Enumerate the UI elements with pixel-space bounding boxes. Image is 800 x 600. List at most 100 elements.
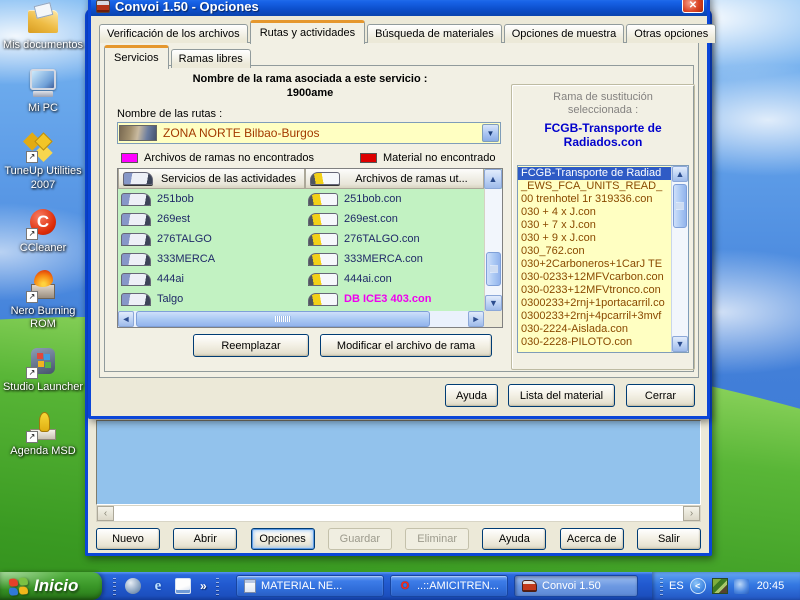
dialog-tab[interactable]: Opciones de muestra xyxy=(504,24,625,43)
task-button-material[interactable]: MATERIAL NE... xyxy=(236,575,384,597)
task-button-convoi[interactable]: Convoi 1.50 xyxy=(514,575,638,597)
desktop-icon-label: Agenda MSD xyxy=(10,445,75,458)
service-row[interactable]: 269est 269est.con xyxy=(118,209,484,229)
desktop-icon[interactable]: TuneUp Utilities 2007 xyxy=(1,130,85,191)
main-window-button[interactable]: Ayuda xyxy=(482,528,546,550)
desktop-icon[interactable]: CCleaner xyxy=(1,207,85,255)
train-icon xyxy=(121,253,151,266)
tray-chevron-icon[interactable]: < xyxy=(690,578,706,594)
task-button-amicitren[interactable]: O ..::AMICITREN... xyxy=(390,575,508,597)
desktop-icon-image xyxy=(26,130,60,162)
lista-del-material-button[interactable]: Lista del material xyxy=(508,384,615,407)
services-list: Servicios de las actividades Archivos de… xyxy=(117,168,503,328)
scroll-left-button[interactable]: ◄ xyxy=(118,311,134,327)
substitution-item[interactable]: 0300233+2rnj+1portacarril.co xyxy=(518,297,671,310)
substitution-item[interactable]: 030-0233+12MFVcarbon.con xyxy=(518,271,671,284)
scroll-down-button[interactable]: ▼ xyxy=(672,336,688,352)
dialog-tab[interactable]: Verificación de los archivos xyxy=(99,24,248,43)
scroll-up-button[interactable]: ▲ xyxy=(484,169,502,189)
substitution-item[interactable]: 030-2224-Aislada.con xyxy=(518,323,671,336)
vertical-scrollbar[interactable]: ▲ ▼ xyxy=(671,166,688,352)
service-row[interactable]: 251bob 251bob.con xyxy=(118,189,484,209)
train-icon xyxy=(121,213,151,226)
service-row[interactable]: Talgo DB ICE3 403.con xyxy=(118,289,484,309)
substitution-label-line1: Rama de sustitución xyxy=(512,91,694,103)
substitution-item[interactable]: 030_762.con xyxy=(518,245,671,258)
substitution-item[interactable]: FCGB-Transporte de Radiad xyxy=(518,167,671,180)
scroll-right-button[interactable]: › xyxy=(683,506,700,521)
rama-file-name: 444ai.con xyxy=(344,273,392,285)
desktop-icon[interactable]: Studio Launcher xyxy=(1,346,85,394)
service-row[interactable]: 276TALGO 276TALGO.con xyxy=(118,229,484,249)
substitution-item[interactable]: 00 trenhotel 1r 319336.con xyxy=(518,193,671,206)
main-window-button[interactable]: Nuevo xyxy=(96,528,160,550)
substitution-item[interactable]: 030+2Carboneros+1CarJ TE xyxy=(518,258,671,271)
dialog-tab[interactable]: Rutas y actividades xyxy=(250,20,365,44)
substitution-item[interactable]: 0300233+2rnj+4pcarril+3mvf xyxy=(518,310,671,323)
mail-icon[interactable] xyxy=(175,578,191,594)
substitution-item[interactable]: _EWS_FCA_UNITS_READ_ xyxy=(518,180,671,193)
service-row[interactable]: 333MERCA 333MERCA.con xyxy=(118,249,484,269)
train-icon xyxy=(121,233,151,246)
quick-launch-chevron[interactable]: » xyxy=(200,579,207,593)
modificar-archivo-button[interactable]: Modificar el archivo de rama xyxy=(320,334,492,357)
ayuda-button[interactable]: Ayuda xyxy=(445,384,498,407)
show-desktop-icon[interactable] xyxy=(125,578,141,594)
substitution-item[interactable]: 030-2228-PILOTO.con xyxy=(518,336,671,349)
tray-volume-icon[interactable] xyxy=(734,579,749,594)
desktop-icon[interactable]: Nero Burning ROM xyxy=(1,270,85,331)
main-window-button[interactable]: Abrir xyxy=(173,528,237,550)
servicios-page: Nombre de la rama asociada a este servic… xyxy=(104,65,694,372)
main-window-button[interactable]: Eliminar xyxy=(405,528,469,550)
route-combobox[interactable]: ZONA NORTE Bilbao-Burgos ▼ xyxy=(117,122,501,144)
desktop-icon-image xyxy=(26,270,60,302)
substitution-item[interactable]: 030-0233+12MFVtronco.con xyxy=(518,284,671,297)
vertical-scrollbar[interactable]: ▼ xyxy=(484,189,502,311)
start-button[interactable]: Inicio xyxy=(0,572,102,600)
app-train-icon xyxy=(96,0,110,13)
scroll-right-button[interactable]: ► xyxy=(468,311,484,327)
scrollbar-thumb[interactable] xyxy=(486,252,501,286)
main-window-button[interactable]: Acerca de xyxy=(560,528,624,550)
scrollbar-thumb[interactable] xyxy=(136,311,430,327)
train-icon xyxy=(121,193,151,206)
dialog-tab[interactable]: Búsqueda de materiales xyxy=(367,24,502,43)
reemplazar-button[interactable]: Reemplazar xyxy=(193,334,309,357)
main-window-button[interactable]: Opciones xyxy=(251,528,315,550)
train-icon xyxy=(522,580,537,592)
cerrar-button[interactable]: Cerrar xyxy=(626,384,695,407)
main-horizontal-scrollbar[interactable]: ‹ › xyxy=(96,505,701,522)
substitution-item[interactable]: 030 + 4 x J.con xyxy=(518,206,671,219)
column-header-files[interactable]: Archivos de ramas ut... xyxy=(305,169,484,189)
internet-explorer-icon[interactable]: e xyxy=(150,578,166,594)
dialog-tab[interactable]: Otras opciones xyxy=(626,24,716,43)
scroll-left-button[interactable]: ‹ xyxy=(97,506,114,521)
opera-icon: O xyxy=(398,579,412,593)
language-indicator[interactable]: ES xyxy=(669,580,684,592)
desktop-icon[interactable]: Mis documentos xyxy=(1,4,85,52)
service-row[interactable]: 444ai 444ai.con xyxy=(118,269,484,289)
service-name: 269est xyxy=(157,213,190,225)
desktop-icon[interactable]: Agenda MSD xyxy=(1,410,85,458)
train-icon xyxy=(123,172,153,185)
dialog-titlebar[interactable]: Convoi 1.50 - Opciones ✕ xyxy=(91,0,707,16)
close-icon[interactable]: ✕ xyxy=(682,0,704,13)
main-window-button[interactable]: Guardar xyxy=(328,528,392,550)
substitution-item[interactable]: 030 + 9 x J.con xyxy=(518,232,671,245)
substitution-item[interactable]: 030 + 7 x J.con xyxy=(518,219,671,232)
scrollbar-thumb[interactable] xyxy=(673,184,687,228)
main-window-button[interactable]: Salir xyxy=(637,528,701,550)
tray-app-icon[interactable] xyxy=(712,578,728,594)
dialog-tabs: Verificación de los archivosRutas y acti… xyxy=(99,20,718,43)
sub-tab[interactable]: Ramas libres xyxy=(171,49,251,68)
horizontal-scrollbar[interactable]: ◄ ► xyxy=(118,311,484,327)
scroll-up-button[interactable]: ▲ xyxy=(672,166,688,182)
desktop-icon[interactable]: Mi PC xyxy=(1,67,85,115)
rama-file-name: 251bob.con xyxy=(344,193,402,205)
task-label: Convoi 1.50 xyxy=(542,580,601,592)
sub-tab[interactable]: Servicios xyxy=(104,45,169,69)
column-header-services[interactable]: Servicios de las actividades xyxy=(118,169,305,189)
scroll-down-button[interactable]: ▼ xyxy=(485,295,502,311)
chevron-down-icon[interactable]: ▼ xyxy=(482,124,499,142)
service-heading-line1: Nombre de la rama asociada a este servic… xyxy=(105,73,515,85)
